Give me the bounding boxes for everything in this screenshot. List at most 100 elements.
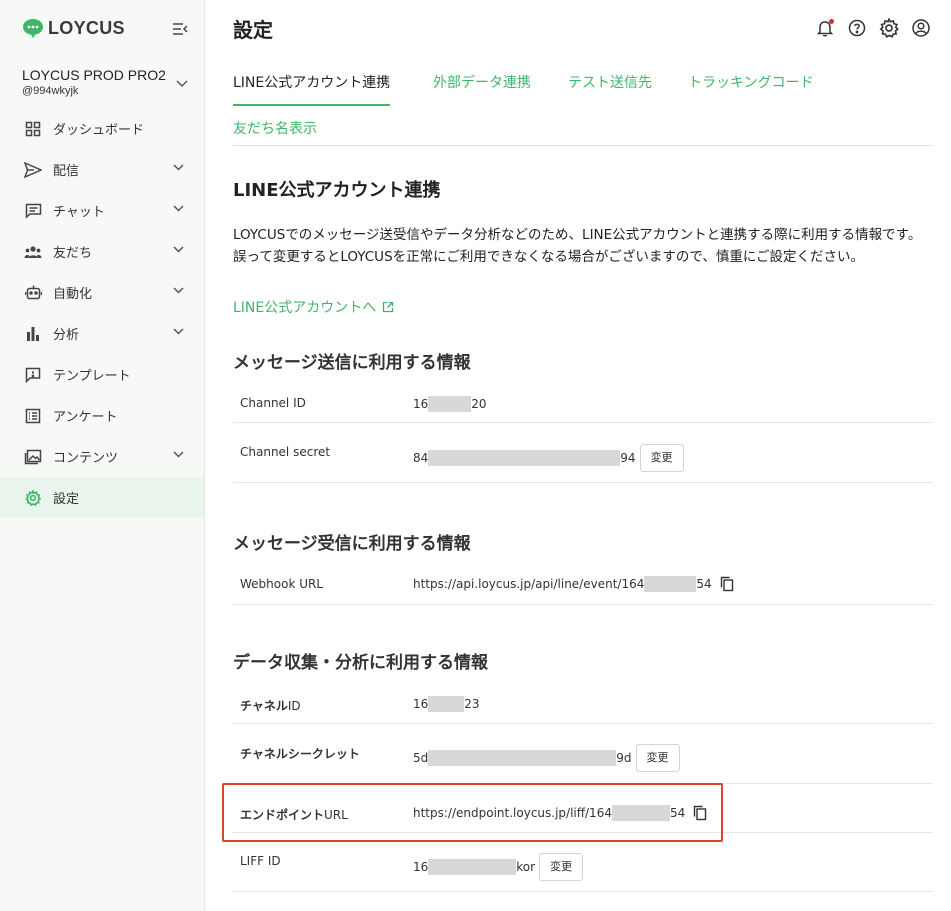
main-content: 設定 LINE公式アカウント連携 外部データ連携 テスト送信先 トラッキングコー… [205,0,951,911]
analytics-channel-secret-row: チャネルシークレット 5d 9d 変更 [233,724,933,784]
bell-icon[interactable] [815,18,835,38]
copy-icon[interactable] [693,805,707,821]
analytics-channel-id-row: チャネルID 16 23 [233,684,933,724]
line-account-link[interactable]: LINE公式アカウントへ [233,297,394,317]
sidebar-item-label: アンケート [53,410,118,425]
channel-secret-row: Channel secret 84 94 変更 [233,423,933,483]
label-rest: ID [287,699,301,713]
endpoint-url-value: https://endpoint.loycus.jp/liff/164 54 [413,805,707,821]
sidebar-item-template[interactable]: テンプレート [0,354,204,395]
robot-icon [24,284,42,302]
change-channel-secret-button[interactable]: 変更 [639,444,684,472]
chevron-down-icon [173,328,184,335]
field-label: エンドポイントURL [240,806,348,823]
sidebar-item-automation[interactable]: 自動化 [0,272,204,313]
label-bold: チャネル [240,699,288,713]
section-title: LINE公式アカウント連携 [233,180,441,201]
analytics-info-title: データ収集・分析に利用する情報 [233,653,488,673]
field-label: チャネルシークレット [240,747,360,761]
sidebar-item-label: 自動化 [53,287,93,302]
label-bold: エンドポイント [240,808,325,822]
sidebar-item-label: テンプレート [53,369,131,384]
change-analytics-secret-button[interactable]: 変更 [635,744,680,772]
sidebar-item-survey[interactable]: アンケート [0,395,204,436]
tab-test-recipients[interactable]: テスト送信先 [568,72,652,104]
value-suffix: 94 [620,451,636,465]
channel-id-row: Channel ID 16 20 [233,384,933,423]
description-line: 誤って変更するとLOYCUSを正常にご利用できなくなる場合がございますので、慎重… [233,249,865,265]
chat-icon [24,202,42,220]
sidebar-item-delivery[interactable]: 配信 [0,149,204,190]
sidebar-item-chat[interactable]: チャット [0,190,204,231]
sidebar-item-settings[interactable]: 設定 [0,477,204,518]
logo[interactable]: LOYCUS [22,16,125,40]
tab-line-account[interactable]: LINE公式アカウント連携 [233,72,391,106]
field-label: Channel ID [240,396,306,410]
analytics-channel-id-value: 16 23 [413,696,480,712]
chevron-down-icon [173,246,184,253]
sidebar-item-label: コンテンツ [53,451,119,466]
webhook-url-value: https://api.loycus.jp/api/line/event/164… [413,576,734,592]
sidebar-item-label: 友だち [53,246,93,261]
sidebar-item-label: チャット [53,205,105,220]
value-prefix: 16 [413,397,429,411]
sidebar-item-dashboard[interactable]: ダッシュボード [0,108,204,149]
account-name: LOYCUS PROD PRO2 [22,67,166,83]
value-prefix: 16 [413,697,429,711]
field-label: チャネルID [240,697,301,714]
value-suffix: 23 [464,697,480,711]
friends-icon [24,243,42,261]
sidebar-item-analytics[interactable]: 分析 [0,313,204,354]
receive-info-title: メッセージ受信に利用する情報 [233,534,471,554]
tab-external-data[interactable]: 外部データ連携 [433,72,531,104]
analytics-channel-secret-value: 5d 9d 変更 [413,744,680,772]
endpoint-url-row: エンドポイントURL https://endpoint.loycus.jp/li… [233,784,933,833]
field-label: Webhook URL [240,577,324,591]
account-handle: @994wkyjk [22,85,79,97]
value-prefix: 5d [413,751,429,765]
sidebar-item-contents[interactable]: コンテンツ [0,436,204,477]
sidebar-item-label: 設定 [53,492,80,507]
sidebar-nav: ダッシュボード 配信 チャット 友だち 自動化 分析 テンプレート アンケート … [0,108,204,518]
webhook-url-row: Webhook URL https://api.loycus.jp/api/li… [233,565,933,605]
sidebar-item-label: 配信 [53,164,80,179]
value-suffix: 20 [471,397,487,411]
collapse-sidebar-icon[interactable] [171,20,189,38]
section-description: LOYCUSでのメッセージ送受信やデータ分析などのため、LINE公式アカウントと… [233,224,933,268]
description-line: LOYCUSでのメッセージ送受信やデータ分析などのため、LINE公式アカウントと… [233,227,922,243]
channel-secret-value: 84 94 変更 [413,444,684,472]
label-rest: URL [324,808,348,822]
template-icon [24,366,42,384]
field-label: Channel secret [240,445,331,459]
value-suffix: 54 [696,577,712,591]
account-switcher[interactable]: LOYCUS PROD PRO2 @994wkyjk [22,66,192,102]
value-prefix: 16 [413,860,429,874]
link-label: LINE公式アカウントへ [233,300,377,316]
dashboard-icon [24,120,42,138]
field-label: LIFF ID [240,854,281,868]
copy-icon[interactable] [720,576,734,592]
liff-id-value: 16 kor 変更 [413,853,584,881]
value-prefix: https://api.loycus.jp/api/line/event/164 [413,577,645,591]
value-suffix: kor [516,860,536,874]
value-prefix: 84 [413,451,429,465]
sidebar-item-friends[interactable]: 友だち [0,231,204,272]
tab-tracking-code[interactable]: トラッキングコード [688,72,814,104]
help-icon[interactable] [847,18,867,38]
sidebar: LOYCUS LOYCUS PROD PRO2 @994wkyjk ダッシュボー… [0,0,205,911]
settings-icon[interactable] [879,17,899,38]
image-icon [24,448,42,466]
redacted-mask [428,859,517,875]
chevron-down-icon [173,287,184,294]
external-link-icon [383,301,394,313]
chevron-down-icon [173,451,184,458]
redacted-mask [611,805,670,821]
chevron-down-icon [173,205,184,212]
logo-icon [23,19,43,38]
redacted-mask [428,450,621,466]
tabs-divider [233,145,933,146]
change-liff-id-button[interactable]: 変更 [539,853,584,881]
bar-chart-icon [24,325,42,343]
user-account-icon[interactable] [911,18,931,38]
send-info-title: メッセージ送信に利用する情報 [233,353,471,373]
